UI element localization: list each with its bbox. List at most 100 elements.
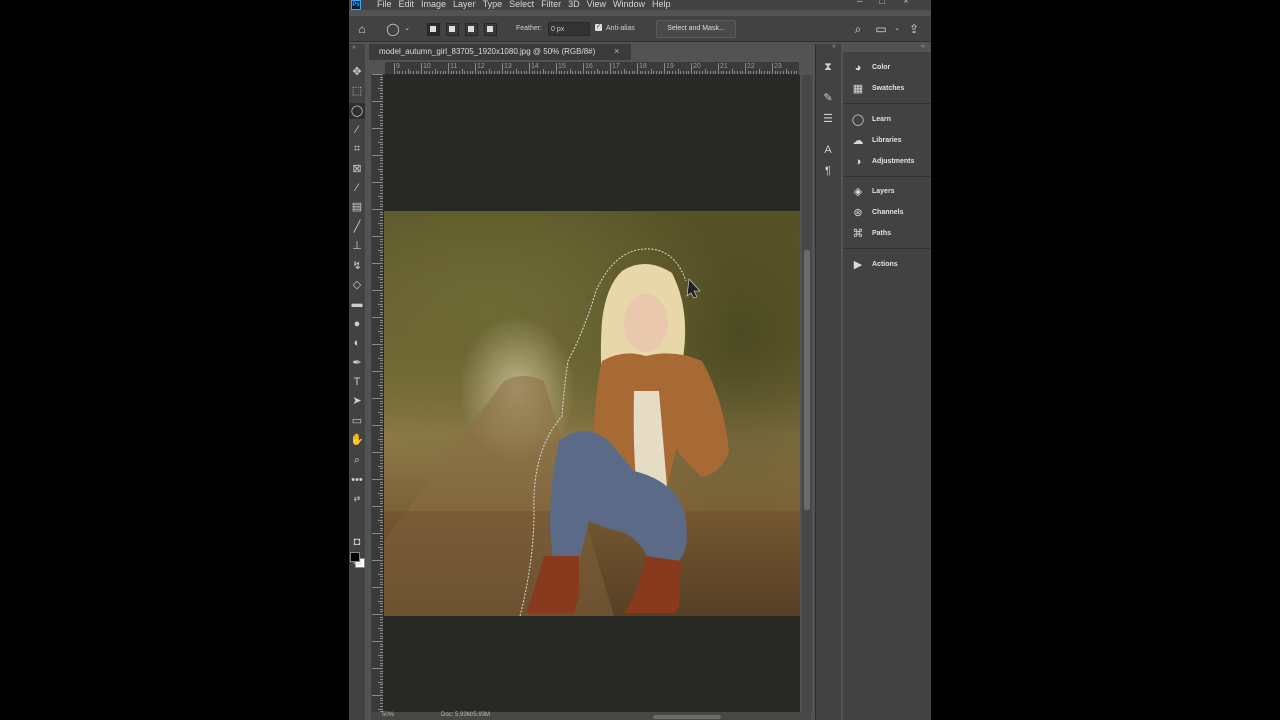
crop-tool-icon[interactable]: ⌗ bbox=[349, 141, 365, 157]
new-selection-mode-icon[interactable] bbox=[427, 23, 440, 36]
clone-stamp-tool-icon[interactable]: ⊥ bbox=[349, 238, 365, 254]
panel-layers[interactable]: ◈ Layers bbox=[843, 182, 931, 202]
anti-alias-checkbox[interactable]: ✓ bbox=[595, 24, 602, 31]
menu-edit[interactable]: Edit bbox=[399, 0, 422, 11]
workspace-icon[interactable]: ▭ bbox=[874, 22, 888, 36]
move-tool-icon[interactable]: ✥ bbox=[349, 64, 365, 80]
hand-tool-icon[interactable]: ✋ bbox=[349, 432, 365, 448]
home-icon[interactable]: ⌂ bbox=[355, 22, 369, 36]
minimize-icon[interactable]: – bbox=[857, 0, 863, 7]
ruler-tick bbox=[380, 284, 383, 286]
more-tools-icon[interactable]: ••• bbox=[349, 472, 365, 488]
magic-wand-tool-icon[interactable]: ⁄ bbox=[349, 122, 365, 138]
ruler-tick bbox=[491, 71, 493, 74]
ruler-tick bbox=[380, 524, 383, 526]
feather-input[interactable] bbox=[548, 22, 590, 36]
ruler-tick bbox=[504, 71, 506, 74]
rectangle-tool-icon[interactable]: ▭ bbox=[349, 413, 365, 429]
panels-collapse-icon[interactable]: « bbox=[921, 43, 925, 50]
tools-collapse-icon[interactable]: » bbox=[352, 44, 356, 51]
eraser-tool-icon[interactable]: ◇ bbox=[349, 277, 365, 293]
panel-learn[interactable]: ◯ Learn bbox=[843, 110, 931, 130]
ruler-tick bbox=[437, 71, 439, 74]
menu-3d[interactable]: 3D bbox=[568, 0, 587, 11]
zoom-tool-icon[interactable]: ⌕ bbox=[349, 452, 365, 468]
select-and-mask-button[interactable]: Select and Mask... bbox=[656, 20, 736, 38]
quick-mask-icon[interactable]: ◘ bbox=[349, 534, 365, 550]
ruler-tick bbox=[372, 533, 383, 534]
history-panel-icon[interactable]: ⧗ bbox=[821, 60, 835, 74]
workspace-chevron-icon[interactable]: ⌄ bbox=[890, 22, 904, 36]
horizontal-scrollbar-thumb[interactable] bbox=[653, 715, 721, 719]
subtract-from-selection-mode-icon[interactable] bbox=[465, 23, 478, 36]
lasso-tool-icon[interactable]: ◯ bbox=[349, 103, 365, 119]
ruler-tick bbox=[380, 649, 383, 651]
menu-window[interactable]: Window bbox=[613, 0, 652, 11]
add-to-selection-mode-icon[interactable] bbox=[446, 23, 459, 36]
menu-help[interactable]: Help bbox=[652, 0, 678, 11]
menu-file[interactable]: File bbox=[377, 0, 399, 11]
ruler-tick bbox=[745, 63, 746, 74]
dock-collapse-icon[interactable]: « bbox=[832, 43, 836, 50]
menu-select[interactable]: Select bbox=[509, 0, 541, 11]
foreground-color-swatch[interactable] bbox=[350, 552, 360, 562]
search-icon[interactable]: ⌕ bbox=[851, 22, 865, 36]
maximize-icon[interactable]: □ bbox=[879, 0, 885, 7]
menu-image[interactable]: Image bbox=[421, 0, 453, 11]
ruler-tick bbox=[458, 71, 460, 74]
healing-brush-tool-icon[interactable]: ▤ bbox=[349, 199, 365, 215]
eyedropper-tool-icon[interactable]: ⁄ bbox=[349, 180, 365, 196]
menu-type[interactable]: Type bbox=[483, 0, 510, 11]
photo-canvas[interactable] bbox=[384, 211, 800, 616]
blur-tool-icon[interactable]: ● bbox=[349, 316, 365, 332]
intersect-selection-mode-icon[interactable] bbox=[484, 23, 497, 36]
panel-paths[interactable]: ⌘ Paths bbox=[843, 224, 931, 244]
ruler-tick bbox=[493, 71, 495, 74]
gradient-tool-icon[interactable]: ▬ bbox=[349, 296, 365, 312]
swap-colors-icon[interactable]: ⇄ bbox=[349, 491, 365, 507]
path-selection-tool-icon[interactable]: ➤ bbox=[349, 393, 365, 409]
menu-filter[interactable]: Filter bbox=[541, 0, 568, 11]
ruler-tick bbox=[380, 624, 383, 626]
close-window-icon[interactable]: × bbox=[903, 0, 909, 7]
ruler-tick bbox=[380, 109, 383, 111]
share-icon[interactable]: ⇪ bbox=[907, 22, 921, 36]
document-tab[interactable]: model_autumn_girl_83705_1920x1080.jpg @ … bbox=[369, 44, 631, 60]
history-brush-tool-icon[interactable]: ↯ bbox=[349, 258, 365, 274]
type-tool-icon[interactable]: T bbox=[349, 374, 365, 390]
canvas-area[interactable] bbox=[384, 75, 800, 712]
menu-view[interactable]: View bbox=[587, 0, 613, 11]
dodge-tool-icon[interactable]: ◐ bbox=[349, 335, 365, 351]
panel-adjustments[interactable]: ◑ Adjustments bbox=[843, 152, 931, 172]
pen-tool-icon[interactable]: ✒ bbox=[349, 355, 365, 371]
brush-tool-icon[interactable]: ╱ bbox=[349, 219, 365, 235]
ruler-tick bbox=[653, 71, 655, 74]
frame-tool-icon[interactable]: ⊠ bbox=[349, 161, 365, 177]
marquee-tool-icon[interactable]: ⬚ bbox=[349, 83, 365, 99]
panel-label: Swatches bbox=[872, 85, 905, 92]
ruler-tick bbox=[394, 63, 395, 74]
zoom-readout[interactable]: 50% bbox=[382, 712, 394, 718]
ruler-tick bbox=[380, 692, 383, 694]
panel-libraries[interactable]: ☁ Libraries bbox=[843, 131, 931, 151]
panel-color[interactable]: ◕ Color bbox=[843, 58, 931, 78]
panel-channels[interactable]: ⊛ Channels bbox=[843, 203, 931, 223]
ruler-tick bbox=[431, 71, 433, 74]
panel-actions[interactable]: ▶ Actions bbox=[843, 255, 931, 275]
properties-panel-icon[interactable]: ☰ bbox=[821, 112, 835, 126]
ruler-tick bbox=[650, 69, 652, 74]
brush-settings-icon[interactable]: ✎ bbox=[821, 91, 835, 105]
menu-layer[interactable]: Layer bbox=[453, 0, 483, 11]
ruler-tick bbox=[531, 71, 533, 74]
character-panel-icon[interactable]: A bbox=[821, 143, 835, 157]
ruler-tick bbox=[380, 295, 383, 297]
close-icon[interactable]: × bbox=[614, 46, 619, 56]
panel-swatches[interactable]: ▦ Swatches bbox=[843, 79, 931, 99]
ruler-tick bbox=[448, 63, 449, 74]
paragraph-panel-icon[interactable]: ¶ bbox=[821, 164, 835, 178]
chevron-down-icon[interactable]: ⌄ bbox=[400, 22, 414, 36]
ruler-tick bbox=[696, 71, 698, 74]
vertical-scrollbar-thumb[interactable] bbox=[804, 250, 810, 510]
lasso-tool-preset-icon[interactable]: ◯ bbox=[386, 22, 400, 36]
ruler-tick bbox=[380, 117, 383, 119]
